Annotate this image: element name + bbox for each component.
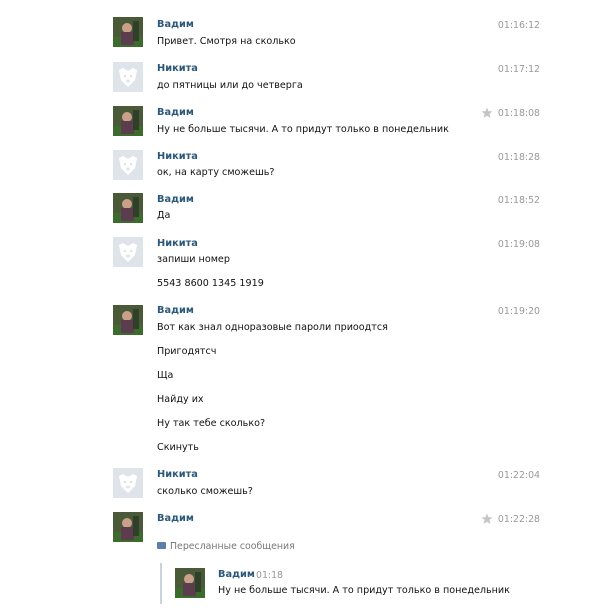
sender-name[interactable]: Вадим [157,194,194,205]
message-text: Да [157,210,171,221]
message-time[interactable]: 01:22:28 [498,514,540,525]
avatar-vadim[interactable] [113,17,143,47]
sender-name[interactable]: Никита [157,238,198,249]
forwarded-label-text: Пересланные сообщения [170,541,295,552]
avatar-nikita[interactable] [113,150,143,180]
message-text: Ну не больше тысячи. А то придут только … [157,124,449,135]
avatar-vadim[interactable] [113,512,143,542]
sender-name[interactable]: Вадим [157,305,194,316]
message-text: Найду их [157,394,204,405]
message-text: Пригодятсч [157,346,217,357]
forwarded-text: Ну не больше тысячи. А то придут только … [218,585,510,596]
message-time[interactable]: 01:22:04 [498,470,540,481]
avatar-nikita[interactable] [113,468,143,498]
avatar-nikita[interactable] [113,62,143,92]
message-time[interactable]: 01:18:28 [498,152,540,163]
avatar-vadim[interactable] [113,106,143,136]
avatar-vadim[interactable] [113,193,143,223]
message-time[interactable]: 01:19:20 [498,306,540,317]
message-text: Привет. Смотря на сколько [157,36,296,47]
forwarded-messages-label: Пересланные сообщения [157,541,295,552]
forwarded-quote-bar [160,563,162,604]
star-icon[interactable] [481,107,493,119]
message-text: до пятницы или до четверга [157,80,303,91]
message-text: запиши номер [157,254,230,265]
message-time[interactable]: 01:17:12 [498,64,540,75]
sender-name[interactable]: Никита [157,151,198,162]
message-text: ок, на карту сможешь? [157,167,275,178]
forwarded-messages-icon [157,542,166,549]
message-time[interactable]: 01:16:12 [498,20,540,31]
avatar-nikita[interactable] [113,237,143,267]
message-time[interactable]: 01:19:08 [498,239,540,250]
sender-name[interactable]: Вадим [157,513,194,524]
forwarded-sender-name[interactable]: Вадим [218,569,255,580]
message-text: 5543 8600 1345 1919 [157,278,264,289]
avatar-vadim[interactable] [113,305,143,335]
sender-name[interactable]: Никита [157,63,198,74]
forwarded-time[interactable]: 01:18 [256,570,283,581]
avatar-vadim[interactable] [175,568,205,598]
message-text: Ща [157,370,174,381]
message-text: сколько сможешь? [157,486,253,497]
star-icon[interactable] [481,513,493,525]
sender-name[interactable]: Вадим [157,107,194,118]
sender-name[interactable]: Вадим [157,19,194,30]
message-text: Скинуть [157,442,199,453]
message-text: Ну так тебе сколько? [157,418,266,429]
message-time[interactable]: 01:18:52 [498,195,540,206]
sender-name[interactable]: Никита [157,469,198,480]
message-text: Вот как знал одноразовые пароли приоодтс… [157,322,388,333]
message-time[interactable]: 01:18:08 [498,108,540,119]
